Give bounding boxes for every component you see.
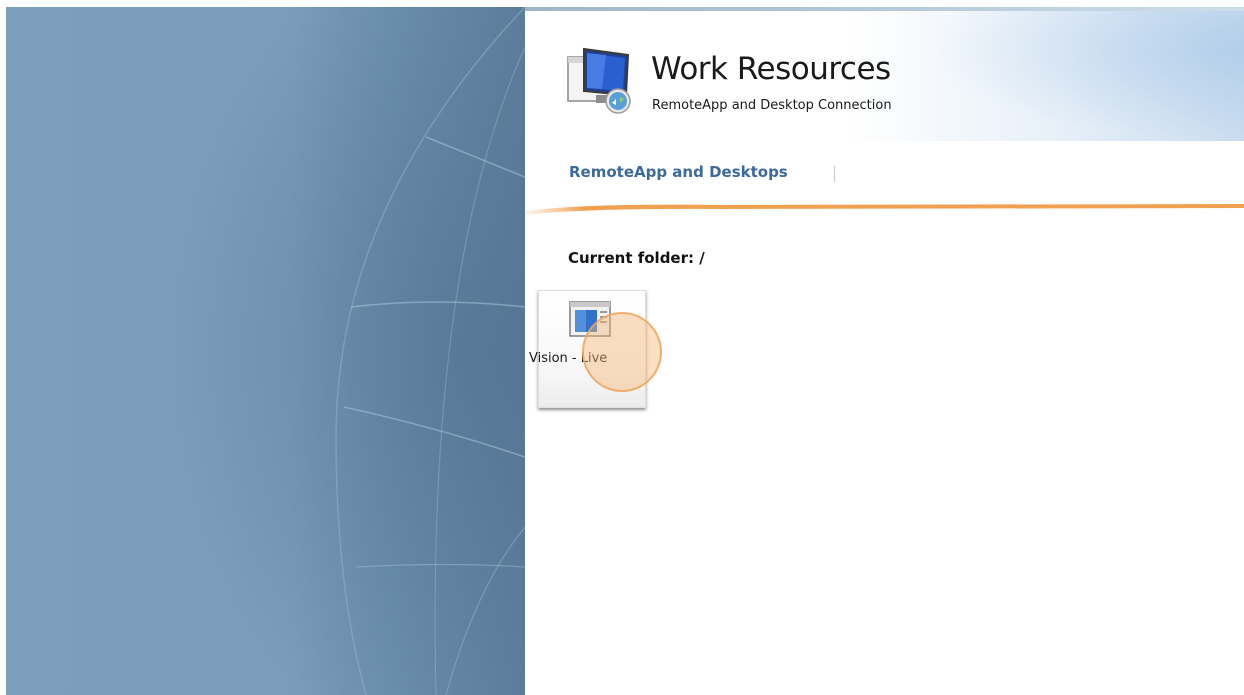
nav-separator bbox=[834, 166, 835, 182]
nav-bar: RemoteApp and Desktops bbox=[525, 157, 1244, 193]
page-subtitle: RemoteApp and Desktop Connection bbox=[652, 98, 892, 113]
header: Work Resources RemoteApp and Desktop Con… bbox=[525, 11, 1244, 141]
web-access-panel: Work Resources RemoteApp and Desktop Con… bbox=[525, 7, 1244, 695]
accent-divider bbox=[525, 204, 1244, 215]
tab-remoteapp-and-desktops[interactable]: RemoteApp and Desktops bbox=[569, 163, 788, 181]
current-folder-label: Current folder: / bbox=[568, 249, 705, 267]
page-title: Work Resources bbox=[651, 51, 891, 87]
app-label: Vision - Live bbox=[529, 351, 608, 366]
header-glow bbox=[924, 11, 1244, 141]
globe-lines bbox=[6, 7, 525, 695]
screen: Work Resources RemoteApp and Desktop Con… bbox=[0, 0, 1244, 695]
remote-desktop-connection-icon bbox=[567, 47, 631, 114]
app-tile-vision-live[interactable]: Vision - Live bbox=[529, 290, 646, 408]
remote-desktop-app-icon bbox=[569, 301, 611, 337]
background-globe bbox=[6, 7, 525, 695]
